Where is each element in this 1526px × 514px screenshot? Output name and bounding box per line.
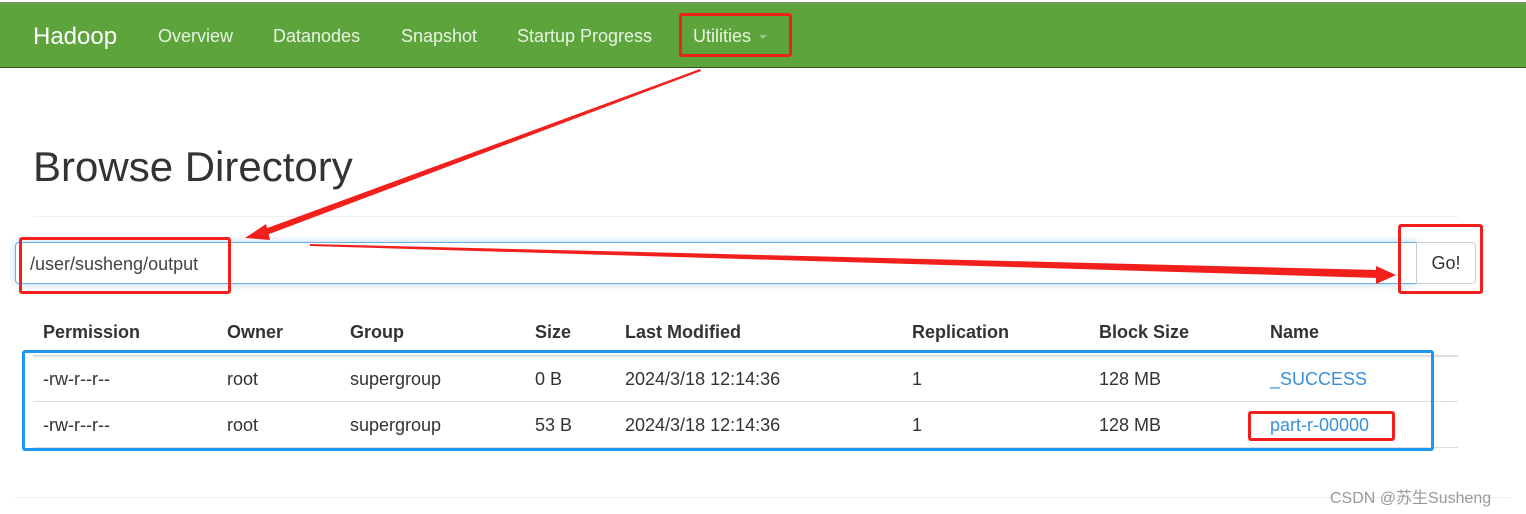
arrow-to-go — [310, 244, 1378, 278]
watermark: CSDN @苏生Susheng — [1330, 490, 1492, 507]
arrow-to-path-head — [245, 224, 270, 240]
arrow-to-go-head — [1376, 266, 1396, 284]
arrow-to-path — [262, 69, 701, 236]
annotation-arrows — [245, 69, 1396, 284]
